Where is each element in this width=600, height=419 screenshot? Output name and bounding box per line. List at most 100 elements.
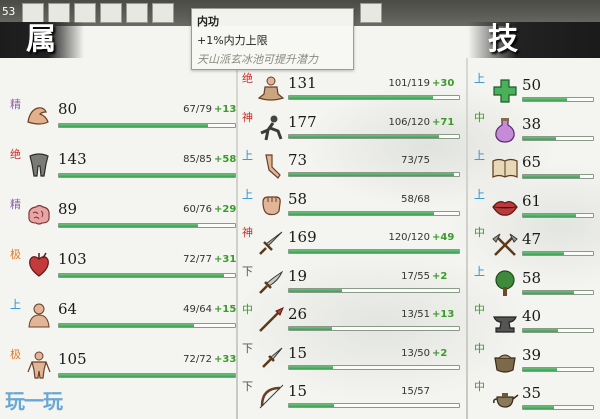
martial-art-row[interactable]: 下 15 15/57 (242, 378, 464, 418)
kicking-leg-icon (256, 151, 286, 181)
life-skill-row[interactable]: 中 47 (472, 226, 598, 266)
inventory-slot[interactable] (100, 3, 122, 23)
tier-label: 上 (474, 149, 485, 162)
life-skill-row[interactable]: 上 50 (472, 72, 598, 112)
progress-bar (522, 366, 594, 372)
progress-bar (288, 403, 460, 408)
attribute-row[interactable]: 精 80 67/79 +13 (8, 96, 236, 136)
life-skill-row[interactable]: 上 65 (472, 149, 598, 189)
bonus-value: +33 (214, 354, 237, 365)
progress-bar-fill (59, 374, 235, 377)
martial-art-row[interactable]: 下 19 17/55 +2 (242, 263, 464, 303)
tooltip-hint: 天山派玄冰池可提升潜力 (197, 53, 318, 66)
heart-icon (24, 250, 54, 280)
attribute-row[interactable]: 绝 143 85/85 +58 (8, 146, 236, 186)
progress-bar-fill (523, 367, 558, 371)
progress-bar-fill (523, 98, 567, 101)
progress-fraction: 49/64 (183, 304, 212, 315)
inventory-slot[interactable] (126, 3, 148, 23)
progress-fraction: 58/68 (401, 193, 430, 205)
martial-art-row[interactable]: 上 73 73/75 (242, 147, 464, 187)
progress-bar (522, 251, 594, 256)
progress-bar-fill (289, 250, 459, 253)
progress-fraction: 67/79 (183, 104, 212, 115)
life-skill-row[interactable]: 中 40 (472, 303, 598, 343)
tier-label: 下 (242, 380, 253, 393)
tier-label: 上 (474, 264, 485, 278)
skill-value: 105 (58, 350, 87, 368)
martial-art-row[interactable]: 中 26 13/51 +13 (242, 301, 464, 341)
inventory-slot[interactable] (152, 3, 174, 23)
progress-bar (288, 172, 460, 177)
progress-bar (522, 135, 594, 141)
life-skill-row[interactable]: 中 35 (472, 380, 598, 419)
book-icon (490, 153, 520, 183)
martial-art-row[interactable]: 神 169 120/120 +49 (242, 224, 464, 264)
bonus-value: +31 (214, 254, 237, 265)
bonus-value: +2 (432, 347, 448, 359)
progress-bar-fill (289, 96, 434, 99)
tier-label: 上 (242, 187, 253, 201)
progress-fraction: 15/57 (401, 386, 430, 397)
progress-bar (58, 173, 236, 178)
bonus-value: +29 (214, 204, 237, 215)
progress-fraction: 13/51 (401, 309, 430, 320)
lips-icon (490, 192, 520, 222)
attribute-row[interactable]: 上 64 49/64 +15 (8, 296, 236, 336)
progress-fraction: 72/72 (183, 354, 212, 365)
tier-label: 精 (10, 198, 21, 211)
tier-label: 上 (474, 72, 485, 85)
skill-value: 61 (522, 191, 542, 210)
progress-bar (288, 133, 460, 139)
skill-value: 58 (522, 268, 542, 287)
progress-bar-fill (289, 173, 455, 176)
skill-value: 177 (288, 112, 317, 131)
martial-art-row[interactable]: 上 58 58/68 (242, 186, 464, 226)
progress-bar (522, 212, 594, 218)
leaping-figure-icon (256, 113, 286, 143)
life-skill-row[interactable]: 中 38 (472, 111, 598, 151)
bust-icon (24, 300, 54, 330)
life-skill-row[interactable]: 中 39 (472, 342, 598, 382)
life-skill-row[interactable]: 上 61 (472, 188, 598, 228)
skill-value: 15 (288, 382, 308, 400)
life-skill-row[interactable]: 上 58 (472, 265, 598, 305)
progress-bar-fill (523, 252, 565, 255)
column-divider (236, 58, 238, 419)
skill-value: 103 (58, 250, 87, 268)
progress-bar (58, 223, 236, 228)
martial-art-row[interactable]: 绝 131 101/119 +30 (242, 70, 464, 110)
tier-label: 神 (242, 226, 253, 239)
top-bar-number: 53 (2, 5, 16, 18)
brain-icon (24, 200, 54, 230)
progress-fraction: 17/55 (401, 270, 430, 282)
skill-value: 65 (522, 153, 542, 171)
inventory-slot[interactable] (360, 3, 382, 23)
martial-art-row[interactable]: 神 177 106/120 +71 (242, 109, 464, 149)
attribute-row[interactable]: 极 105 72/72 +33 (8, 346, 237, 386)
tier-label: 神 (242, 110, 253, 124)
inventory-slot[interactable] (74, 3, 96, 23)
progress-fraction: 73/75 (401, 155, 430, 166)
progress-bar-fill (289, 211, 434, 215)
attribute-row[interactable]: 精 89 60/76 +29 (8, 196, 237, 236)
martial-art-row[interactable]: 下 15 13/50 +2 (242, 340, 464, 380)
bonus-value: +30 (432, 78, 455, 89)
skill-value: 131 (288, 74, 317, 92)
legs-icon (24, 150, 54, 180)
progress-bar-fill (289, 288, 342, 292)
skill-value: 64 (58, 300, 78, 318)
skill-value: 19 (288, 266, 308, 285)
progress-fraction: 60/76 (183, 204, 212, 215)
anvil-icon (490, 307, 520, 337)
skills-section-title: 技 (488, 22, 518, 57)
progress-bar (288, 287, 460, 293)
tier-label: 绝 (242, 72, 253, 85)
progress-bar (288, 95, 460, 100)
skill-value: 58 (288, 189, 308, 208)
progress-bar-fill (523, 290, 574, 294)
attribute-row[interactable]: 极 103 72/77 +31 (8, 246, 237, 286)
bonus-value: +13 (432, 309, 455, 320)
column-divider (466, 58, 468, 419)
progress-bar (288, 210, 460, 216)
